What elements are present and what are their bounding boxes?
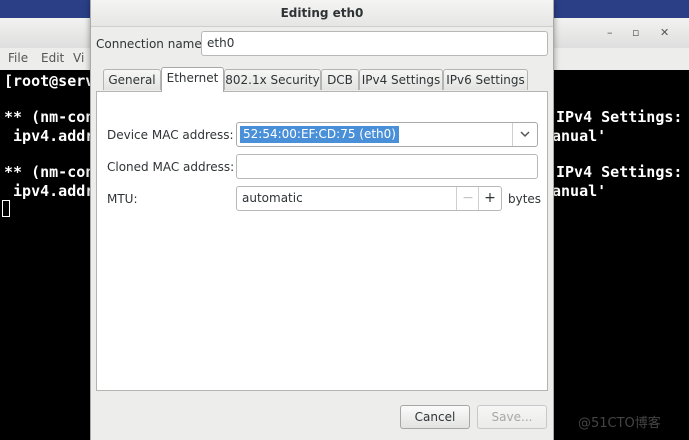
edit-connection-dialog: Editing eth0 Connection name: eth0 Gener… [90,0,554,440]
menu-file[interactable]: File [8,51,28,65]
terminal-cursor [2,200,10,217]
minimize-icon[interactable]: – [607,26,613,39]
terminal-line: ipv4.addr [4,127,95,145]
menu-view[interactable]: Vi [73,51,84,65]
terminal-line: anual' [552,182,607,200]
terminal-line: [root@serv [4,72,95,90]
mtu-decrement-button[interactable]: − [456,187,479,210]
terminal-line: ipv4.addr [4,182,95,200]
tab-ipv4-settings[interactable]: IPv4 Settings [359,69,443,90]
tab-ipv6-settings[interactable]: IPv6 Settings [443,69,528,90]
save-button[interactable]: Save... [477,405,547,429]
connection-name-input[interactable]: eth0 [201,31,548,56]
mtu-increment-button[interactable]: + [478,187,501,210]
dialog-title: Editing eth0 [91,0,553,27]
chevron-down-icon[interactable] [512,123,537,146]
terminal-line: IPv4 Settings: [556,163,683,181]
mtu-label: MTU: [107,192,138,206]
watermark: @51CTO博客 [578,416,661,431]
tab-8021x-security[interactable]: 802.1x Security [224,69,321,90]
terminal-line: IPv4 Settings: [556,108,683,126]
tab-ethernet[interactable]: Ethernet [161,67,224,92]
cancel-button[interactable]: Cancel [400,405,470,429]
cloned-mac-label: Cloned MAC address: [107,160,235,174]
ethernet-panel: Device MAC address: 52:54:00:EF:CD:75 (e… [96,91,548,391]
maximize-icon[interactable]: ▫ [632,26,639,39]
terminal-line: anual' [552,127,607,145]
cloned-mac-input[interactable] [236,154,538,179]
mtu-spinbutton[interactable]: automatic − + [236,186,502,211]
close-icon[interactable]: ✕ [660,26,669,39]
tab-dcb[interactable]: DCB [321,69,359,90]
menu-edit[interactable]: Edit [41,51,64,65]
connection-name-label: Connection name: [96,37,206,51]
device-mac-label: Device MAC address: [107,128,234,142]
tab-general[interactable]: General [103,69,161,90]
terminal-line: ** (nm-con [4,163,95,181]
device-mac-combo[interactable]: 52:54:00:EF:CD:75 (eth0) [236,122,538,147]
mtu-unit-label: bytes [508,192,542,206]
device-mac-value: 52:54:00:EF:CD:75 (eth0) [240,126,399,143]
mtu-value: automatic [242,191,303,205]
terminal-line: ** (nm-con [4,108,95,126]
